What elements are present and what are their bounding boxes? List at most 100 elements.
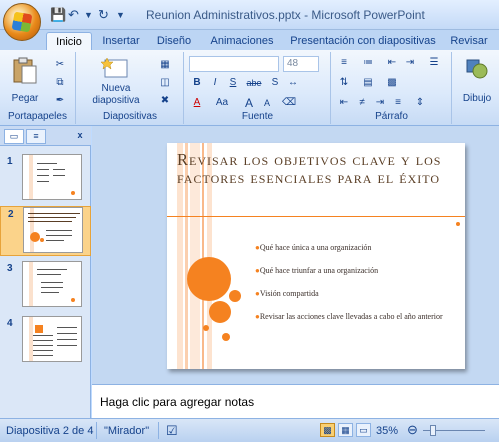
italic-button[interactable]: I	[207, 76, 223, 90]
grow-font-button[interactable]: A	[241, 96, 257, 110]
slide-thumbnail[interactable]: 3	[0, 261, 91, 311]
window-title: Reunion Administrativos.pptx - Microsoft…	[146, 8, 425, 22]
normal-view-button[interactable]: ▩	[320, 423, 335, 437]
decorative-circle	[187, 257, 231, 301]
numbering-icon[interactable]: ≔	[360, 56, 376, 70]
align-right-icon[interactable]: ⇥	[372, 96, 388, 110]
paste-icon	[13, 57, 37, 84]
text-direction-icon[interactable]: ⇅	[336, 76, 352, 90]
clear-format-icon[interactable]: ⌫	[281, 96, 297, 110]
copy-icon[interactable]: ⧉	[52, 76, 68, 90]
slide-number: 4	[7, 318, 13, 329]
new-slide-label: Nueva diapositiva	[92, 83, 140, 106]
slide-title[interactable]: Revisar los objetivos clave y los factor…	[177, 151, 462, 187]
new-slide-button[interactable]: Nueva diapositiva	[83, 56, 149, 108]
font-size-combo[interactable]: 48	[283, 56, 319, 72]
customize-qat-icon[interactable]: ▼	[116, 10, 125, 26]
slide-thumbnail[interactable]: 1	[0, 154, 91, 204]
bullet-item[interactable]: ●Visión compartida	[255, 289, 455, 299]
line-spacing-icon[interactable]: ⇕	[412, 96, 428, 110]
slides-tab-icon[interactable]: ▭	[4, 129, 24, 144]
office-logo-icon	[11, 11, 33, 33]
decorative-circle	[229, 290, 241, 302]
decorative-circle	[222, 333, 230, 341]
slide-thumbnail[interactable]: 4	[0, 316, 91, 366]
slide-info: Diapositiva 2 de 4	[6, 425, 94, 437]
shrink-font-button[interactable]: A	[259, 96, 275, 110]
layout-icon[interactable]: ▦	[157, 58, 173, 72]
tab-insertar[interactable]: Insertar	[96, 32, 146, 50]
notes-placeholder[interactable]: Haga clic para agregar notas	[100, 395, 254, 409]
slides-pane: ▭ ≡ x 1 2 3 4	[0, 126, 91, 418]
change-case-button[interactable]: Aa	[211, 96, 233, 110]
thumbnail-image	[22, 261, 82, 307]
char-spacing-icon[interactable]: ↔	[285, 76, 301, 90]
columns-icon[interactable]: ☰	[426, 56, 442, 70]
theme-name: "Mirador"	[104, 425, 150, 437]
increase-indent-icon[interactable]: ⇥	[402, 56, 418, 70]
undo-icon[interactable]: ↶	[68, 7, 79, 23]
bullet-item[interactable]: ●Revisar las acciones clave llevadas a c…	[255, 312, 455, 322]
format-painter-icon[interactable]: ✒	[52, 94, 68, 108]
shadow-button[interactable]: S	[267, 76, 283, 90]
new-slide-icon	[100, 57, 128, 78]
separator	[158, 422, 159, 439]
tab-presentacion[interactable]: Presentación con diapositivas	[290, 32, 436, 50]
chevron-down-icon[interactable]: ▼	[84, 10, 93, 26]
bold-button[interactable]: B	[189, 76, 205, 90]
bullet-item[interactable]: ●Qué hace única a una organización	[255, 243, 455, 253]
status-bar: Diapositiva 2 de 4 "Mirador" ☑ ▩ ▦ ▭ 35%…	[0, 418, 499, 442]
align-text-icon[interactable]: ▤	[360, 76, 376, 90]
zoom-level[interactable]: 35%	[376, 425, 398, 437]
align-left-icon[interactable]: ⇤	[336, 96, 352, 110]
slides-group-label: Diapositivas	[103, 111, 157, 122]
zoom-slider-thumb[interactable]	[430, 425, 436, 436]
justify-icon[interactable]: ≡	[390, 96, 406, 110]
tab-inicio[interactable]: Inicio	[46, 32, 92, 50]
clipboard-group-label: Portapapeles	[8, 111, 67, 122]
drawing-button[interactable]: Dibujo	[459, 56, 495, 106]
underline-button[interactable]: S	[225, 76, 241, 90]
redo-icon[interactable]: ↻	[98, 7, 109, 23]
bullets-icon[interactable]: ≡	[336, 56, 352, 70]
separator	[96, 422, 97, 439]
slide-editing-area: Revisar los objetivos clave y los factor…	[92, 126, 499, 384]
smartart-icon[interactable]: ▩	[384, 76, 400, 90]
shapes-icon	[466, 59, 488, 79]
delete-slide-icon[interactable]: ✖	[157, 94, 173, 108]
outline-tab-icon[interactable]: ≡	[26, 129, 46, 144]
slide-number: 3	[7, 263, 13, 274]
slide-sorter-button[interactable]: ▦	[338, 423, 353, 437]
paragraph-group: ≡ ≔ ⇤ ⇥ ☰ ⇅ ▤ ▩ ⇤ ≠ ⇥ ≡ ⇕ Fuente Párrafo	[332, 52, 452, 124]
pane-tabs: ▭ ≡ x	[0, 126, 91, 146]
font-name-combo[interactable]	[189, 56, 279, 72]
strikethrough-button[interactable]: abe	[243, 76, 265, 90]
title-rule	[167, 216, 465, 217]
save-icon[interactable]: 💾	[50, 7, 66, 23]
slide-number: 1	[7, 156, 13, 167]
zoom-out-icon[interactable]: ⊖	[407, 422, 418, 438]
office-button[interactable]	[3, 3, 41, 41]
decrease-indent-icon[interactable]: ⇤	[384, 56, 400, 70]
tab-revisar[interactable]: Revisar	[448, 32, 490, 50]
font-group: 48 B I S abe S ↔ A Aa A A ⌫ Fuente	[185, 52, 331, 124]
drawing-group: Dibujo	[453, 52, 499, 124]
cut-icon[interactable]: ✂	[52, 58, 68, 72]
spelling-check-icon[interactable]: ☑	[166, 423, 178, 439]
tab-animaciones[interactable]: Animaciones	[206, 32, 278, 50]
font-color-button[interactable]: A	[189, 96, 205, 110]
close-pane-icon[interactable]: x	[70, 129, 90, 144]
slideshow-button[interactable]: ▭	[356, 423, 371, 437]
align-center-icon[interactable]: ≠	[354, 96, 370, 110]
notes-pane[interactable]: Haga clic para agregar notas	[92, 384, 499, 418]
bullet-item[interactable]: ●Qué hace triunfar a una organización	[255, 266, 455, 276]
slide-thumbnail-selected[interactable]: 2	[0, 206, 91, 256]
tab-diseno[interactable]: Diseño	[152, 32, 196, 50]
paste-label: Pegar	[11, 93, 39, 104]
reset-icon[interactable]: ◫	[157, 76, 173, 90]
title-bar: 💾 ↶ ▼ ↻ ▼ Reunion Administrativos.pptx -…	[0, 0, 499, 30]
ribbon: Pegar ✂ ⧉ ✒ Portapapeles Nueva diapositi…	[0, 50, 499, 126]
slide-canvas[interactable]: Revisar los objetivos clave y los factor…	[167, 143, 465, 369]
clipboard-group: Pegar ✂ ⧉ ✒ Portapapeles	[0, 52, 76, 124]
paste-button[interactable]: Pegar	[6, 56, 44, 104]
